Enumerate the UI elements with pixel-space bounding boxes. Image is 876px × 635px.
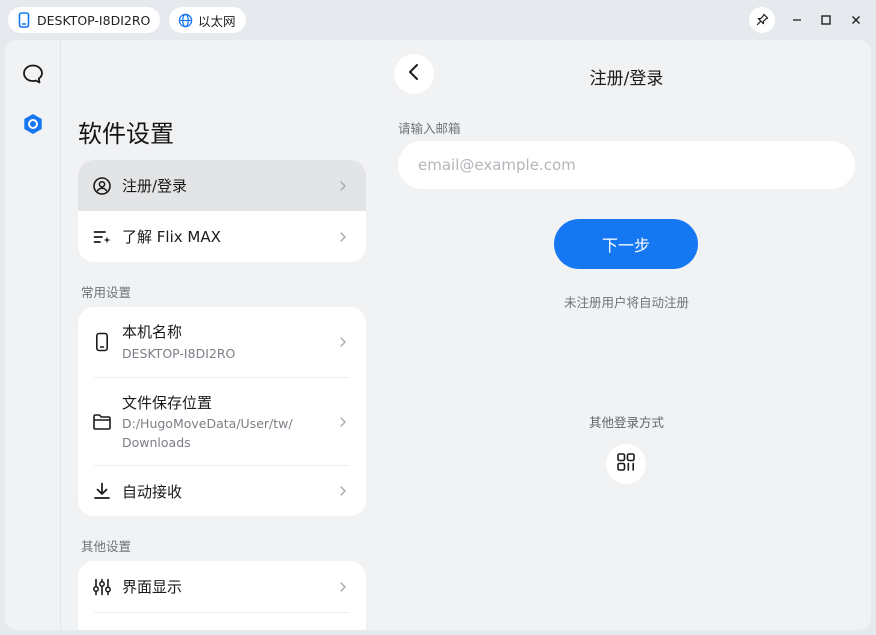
network-chip-label: 以太网: [198, 13, 236, 29]
close-button[interactable]: [843, 7, 869, 33]
page-title: 软件设置: [78, 120, 174, 148]
divider: [94, 612, 350, 613]
maximize-button[interactable]: [813, 7, 839, 33]
path-line-1: D:/HugoMoveData/User/tw/: [122, 415, 293, 431]
download-icon: [92, 481, 112, 501]
path-line-2: Downloads: [122, 434, 191, 450]
settings-item-label: 本机名称: [122, 322, 183, 341]
chevron-right-icon: [340, 337, 346, 347]
login-title: 注册/登录: [589, 69, 664, 89]
nav-settings-button[interactable]: [19, 112, 47, 140]
settings-item-device-name[interactable]: 本机名称 DESKTOP-I8DI2RO: [78, 307, 366, 377]
app-frame: 软件设置 注册/登录 了解 Flix MAX 常用设置 本机名称 DESKTOP…: [5, 40, 871, 630]
globe-icon: [177, 12, 193, 28]
settings-item-label: 了解 Flix MAX: [122, 228, 221, 246]
settings-item-value: DESKTOP-I8DI2RO: [122, 345, 236, 361]
other-settings-card: 界面显示: [78, 561, 366, 630]
sliders-icon: [92, 577, 112, 597]
nav-rail: [5, 40, 61, 630]
minimize-icon: [791, 11, 803, 30]
chevron-right-icon: [340, 486, 346, 496]
device-chip[interactable]: DESKTOP-I8DI2RO: [8, 7, 161, 33]
section-title-common: 常用设置: [81, 285, 132, 300]
nav-chat-button[interactable]: [19, 62, 47, 90]
close-icon: [850, 11, 862, 30]
settings-item-display[interactable]: 界面显示: [78, 561, 366, 612]
qr-code-icon: [616, 452, 636, 476]
settings-item-label: 自动接收: [122, 482, 183, 501]
settings-item-about-flix-max[interactable]: 了解 Flix MAX: [78, 211, 366, 262]
settings-item-label: 注册/登录: [122, 177, 188, 195]
qr-login-button[interactable]: [606, 444, 646, 484]
pin-button[interactable]: [749, 7, 775, 33]
settings-item-save-location[interactable]: 文件保存位置 D:/HugoMoveData/User/tw/ Download…: [78, 378, 366, 466]
chevron-right-icon: [340, 231, 346, 242]
settings-item-register-login[interactable]: 注册/登录: [78, 160, 366, 211]
title-bar: DESKTOP-I8DI2RO 以太网: [0, 0, 876, 40]
email-field[interactable]: [398, 141, 855, 189]
email-label: 请输入邮箱: [398, 121, 461, 136]
settings-item-label: 文件保存位置: [122, 393, 213, 412]
network-chip[interactable]: 以太网: [169, 7, 246, 33]
common-settings-card: 本机名称 DESKTOP-I8DI2RO 文件保存位置 D:/HugoMoveD…: [78, 307, 366, 516]
account-card: 注册/登录 了解 Flix MAX: [78, 160, 366, 262]
device-chip-label: DESKTOP-I8DI2RO: [37, 12, 151, 28]
maximize-icon: [820, 11, 832, 30]
chevron-right-icon: [340, 180, 346, 191]
chat-bubble-icon: [21, 62, 45, 90]
settings-column: 软件设置 注册/登录 了解 Flix MAX 常用设置 本机名称 DESKTOP…: [62, 40, 381, 630]
minimize-button[interactable]: [784, 7, 810, 33]
auto-register-note: 未注册用户将自动注册: [563, 295, 689, 310]
chevron-right-icon: [340, 581, 346, 592]
phone-icon: [16, 12, 32, 28]
user-circle-icon: [92, 176, 112, 196]
settings-item-auto-receive[interactable]: 自动接收: [78, 466, 366, 516]
settings-hexagon-icon: [21, 112, 45, 140]
phone-icon: [92, 332, 112, 352]
chevron-right-icon: [340, 417, 346, 427]
list-sparkle-icon: [92, 227, 112, 247]
section-title-other: 其他设置: [81, 539, 132, 554]
next-button[interactable]: 下一步: [554, 219, 698, 269]
other-login-methods-label: 其他登录方式: [588, 415, 664, 430]
settings-item-value: D:/HugoMoveData/User/tw/ Downloads: [122, 415, 293, 453]
folder-icon: [92, 412, 112, 432]
login-panel: 注册/登录 请输入邮箱 下一步 未注册用户将自动注册 其他登录方式: [382, 40, 871, 630]
pin-icon: [756, 11, 769, 30]
settings-item-label: 界面显示: [122, 578, 183, 596]
